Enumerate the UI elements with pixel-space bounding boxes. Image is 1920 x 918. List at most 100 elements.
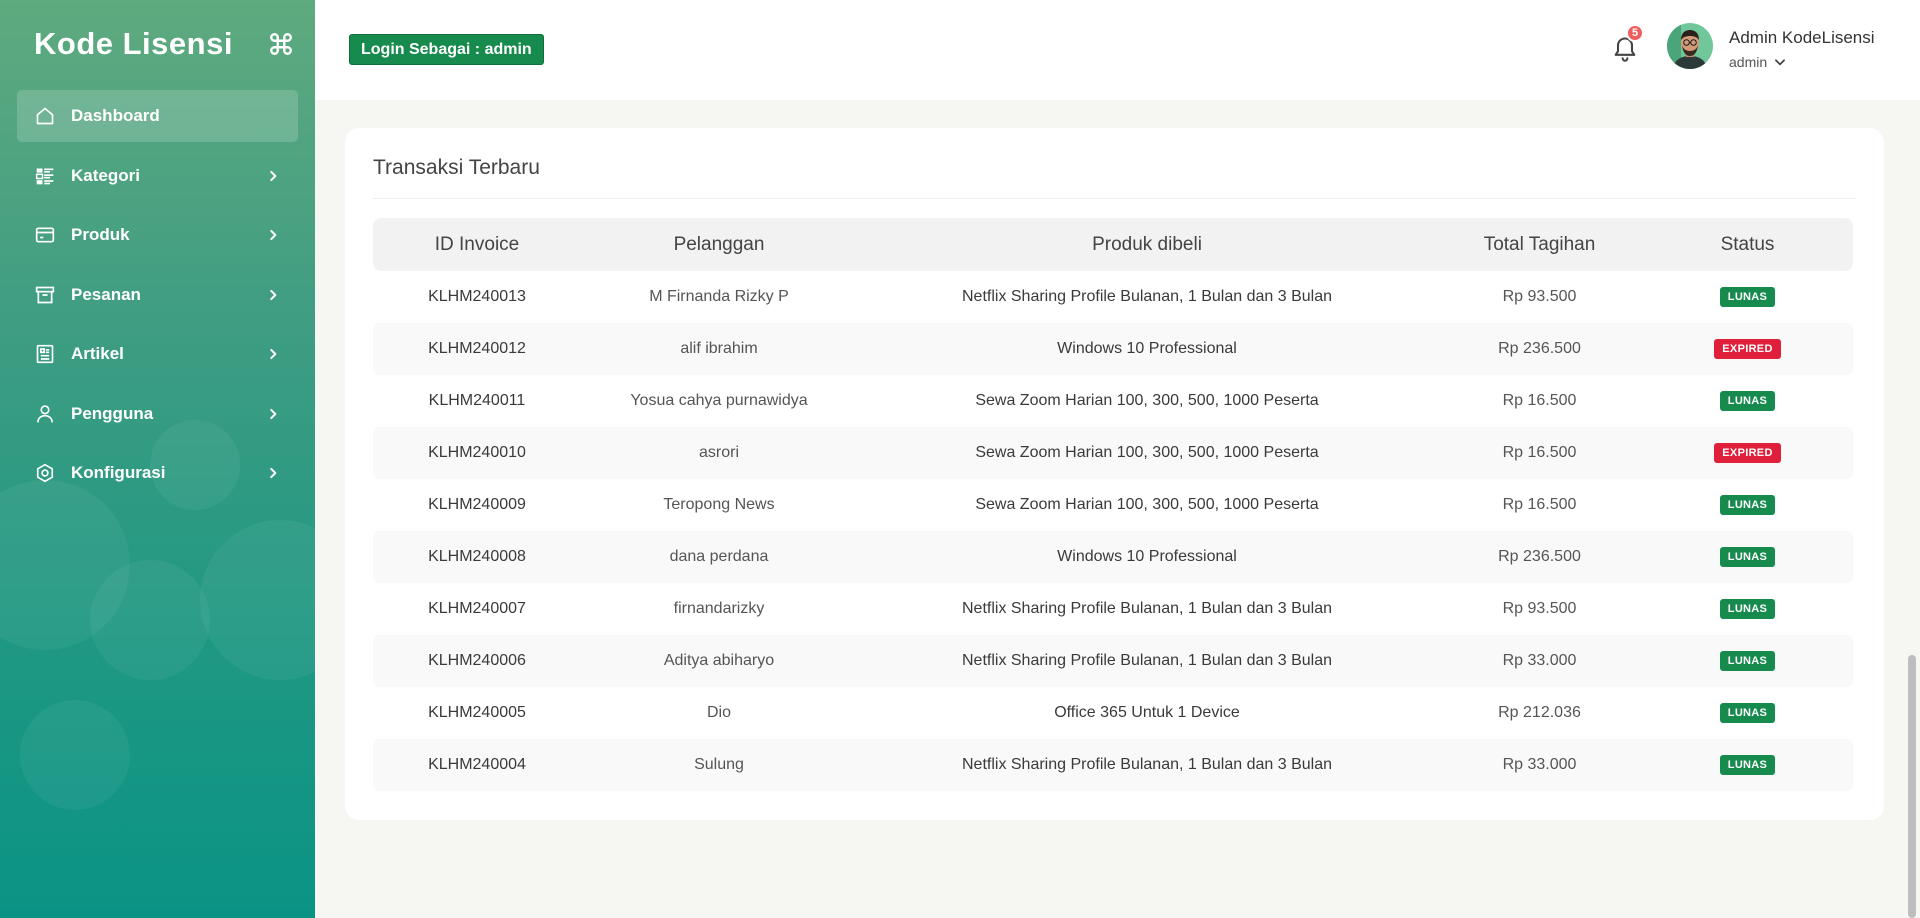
cell-pelanggan: Dio — [706, 704, 731, 721]
brand: Kode Lisensi — [34, 22, 294, 66]
cell-id-invoice: KLHM240010 — [428, 444, 526, 461]
status-badge: LUNAS — [1719, 495, 1776, 515]
sidebar: Kode Lisensi Dashboard Kategori Produk P… — [0, 0, 315, 918]
chevron-right-icon — [270, 170, 277, 181]
cell-produk: Netflix Sharing Profile Bulanan, 1 Bulan… — [961, 600, 1332, 617]
status-badge: LUNAS — [1719, 755, 1776, 775]
sidebar-item-dashboard[interactable]: Dashboard — [17, 90, 298, 142]
table-header: ID Invoice Pelanggan Produk dibeli Total… — [373, 218, 1853, 271]
chevron-down-icon — [1775, 59, 1786, 66]
transactions-table: ID Invoice Pelanggan Produk dibeli Total… — [373, 218, 1853, 791]
sidebar-item-pesanan[interactable]: Pesanan — [17, 269, 298, 321]
cell-produk: Sewa Zoom Harian 100, 300, 500, 1000 Pes… — [975, 444, 1319, 461]
sidebar-menu: Dashboard Kategori Produk Pesanan Artike… — [17, 90, 298, 507]
chevron-right-icon — [270, 467, 277, 479]
sidebar-item-label: Dashboard — [71, 106, 160, 125]
status-badge: LUNAS — [1719, 547, 1776, 567]
cell-status: LUNAS — [1642, 599, 1853, 619]
table-body: KLHM240013 M Firnanda Rizky P Netflix Shar… — [373, 271, 1853, 791]
cell-total: Rp 236.500 — [1498, 548, 1581, 565]
cell-total: Rp 16.500 — [1502, 392, 1577, 409]
cell-id-invoice: KLHM240011 — [428, 392, 526, 409]
user-menu-toggle[interactable]: admin — [1729, 54, 1787, 70]
cell-status: LUNAS — [1642, 755, 1853, 775]
user-role: admin — [1729, 54, 1768, 70]
settings-icon — [36, 463, 54, 483]
category-icon — [35, 168, 54, 184]
sidebar-item-label: Pesanan — [71, 284, 141, 304]
sidebar-item-pengguna[interactable]: Pengguna — [17, 388, 298, 440]
sidebar-item-label: Artikel — [71, 344, 124, 363]
column-header-status: Status — [1720, 233, 1775, 255]
cell-id-invoice: KLHM240013 — [428, 288, 526, 305]
cell-status: LUNAS — [1642, 391, 1853, 411]
cell-produk: Windows 10 Professional — [1057, 340, 1237, 357]
brand-title[interactable]: Kode Lisensi — [34, 26, 233, 62]
cell-id-invoice: KLHM240006 — [428, 652, 526, 669]
column-header-pelanggan: Pelanggan — [673, 233, 765, 255]
command-icon[interactable] — [268, 31, 294, 57]
background-decoration — [20, 700, 130, 810]
sidebar-item-label: Konfigurasi — [71, 463, 166, 482]
archive-icon — [35, 286, 55, 303]
status-badge: LUNAS — [1719, 651, 1776, 671]
cell-status: LUNAS — [1642, 495, 1853, 515]
background-decoration — [90, 560, 210, 680]
sidebar-item-produk[interactable]: Produk — [17, 209, 298, 261]
cell-produk: Sewa Zoom Harian 100, 300, 500, 1000 Pes… — [975, 392, 1319, 409]
cell-status: LUNAS — [1642, 287, 1853, 307]
cell-id-invoice: KLHM240004 — [428, 756, 526, 773]
cell-produk: Sewa Zoom Harian 100, 300, 500, 1000 Pes… — [975, 496, 1319, 513]
sidebar-item-konfigurasi[interactable]: Konfigurasi — [17, 447, 298, 499]
card-icon — [35, 227, 55, 243]
column-header-id-invoice: ID Invoice — [434, 233, 520, 255]
user-icon — [37, 404, 53, 422]
cell-status: EXPIRED — [1642, 443, 1853, 463]
cell-id-invoice: KLHM240009 — [428, 496, 526, 513]
cell-produk: Netflix Sharing Profile Bulanan, 1 Bulan… — [961, 652, 1332, 669]
cell-id-invoice: KLHM240012 — [428, 340, 526, 357]
cell-total: Rp 33.000 — [1502, 756, 1577, 773]
chevron-right-icon — [270, 348, 277, 360]
table-row: KLHM240007 firnandarizky Netflix Sharing P… — [373, 583, 1853, 635]
table-row: KLHM240008 dana perdana Windows 10 Profess… — [373, 531, 1853, 583]
sidebar-item-label: Kategori — [71, 165, 140, 185]
cell-pelanggan: Teropong News — [663, 496, 775, 513]
status-badge: EXPIRED — [1714, 443, 1781, 463]
column-header-total: Total Tagihan — [1483, 233, 1596, 255]
column-header-produk: Produk dibeli — [1092, 233, 1202, 255]
cell-total: Rp 212.036 — [1498, 704, 1581, 721]
status-badge: LUNAS — [1719, 391, 1776, 411]
cell-produk: Netflix Sharing Profile Bulanan, 1 Bulan… — [961, 288, 1332, 305]
page-scrollbar[interactable] — [1908, 655, 1916, 918]
avatar[interactable] — [1667, 23, 1713, 69]
cell-status: LUNAS — [1642, 651, 1853, 671]
cell-pelanggan: Aditya abiharyo — [663, 652, 775, 669]
divider — [373, 198, 1856, 199]
chevron-right-icon — [270, 229, 277, 241]
cell-total: Rp 93.500 — [1502, 288, 1577, 305]
card-title: Transaksi Terbaru — [373, 156, 540, 179]
notification-count-badge: 5 — [1626, 24, 1645, 42]
cell-produk: Netflix Sharing Profile Bulanan, 1 Bulan… — [961, 756, 1332, 773]
home-icon — [36, 107, 54, 125]
background-decoration — [200, 520, 315, 680]
cell-produk: Windows 10 Professional — [1057, 548, 1237, 565]
article-icon — [36, 344, 54, 364]
cell-pelanggan: alif ibrahim — [680, 340, 758, 357]
cell-pelanggan: M Firnanda Rizky P — [649, 288, 789, 305]
cell-status: LUNAS — [1642, 703, 1853, 723]
status-badge: LUNAS — [1719, 703, 1776, 723]
sidebar-item-kategori[interactable]: Kategori — [17, 150, 298, 202]
sidebar-item-label: Pengguna — [71, 403, 154, 423]
cell-pelanggan: firnandarizky — [673, 600, 765, 617]
sidebar-item-artikel[interactable]: Artikel — [17, 328, 298, 380]
cell-status: LUNAS — [1642, 547, 1853, 567]
chevron-right-icon — [270, 408, 277, 419]
login-badge: Login Sebagai : admin — [349, 34, 544, 65]
table-row: KLHM240012 alif ibrahim Windows 10 Profess… — [373, 323, 1853, 375]
cell-pelanggan: Sulung — [694, 756, 744, 773]
cell-status: EXPIRED — [1642, 339, 1853, 359]
table-row: KLHM240010 asrori Sewa Zoom Harian 100, 30… — [373, 427, 1853, 479]
table-row: KLHM240005 Dio Office 365 Untuk 1 Device Rp… — [373, 687, 1853, 739]
